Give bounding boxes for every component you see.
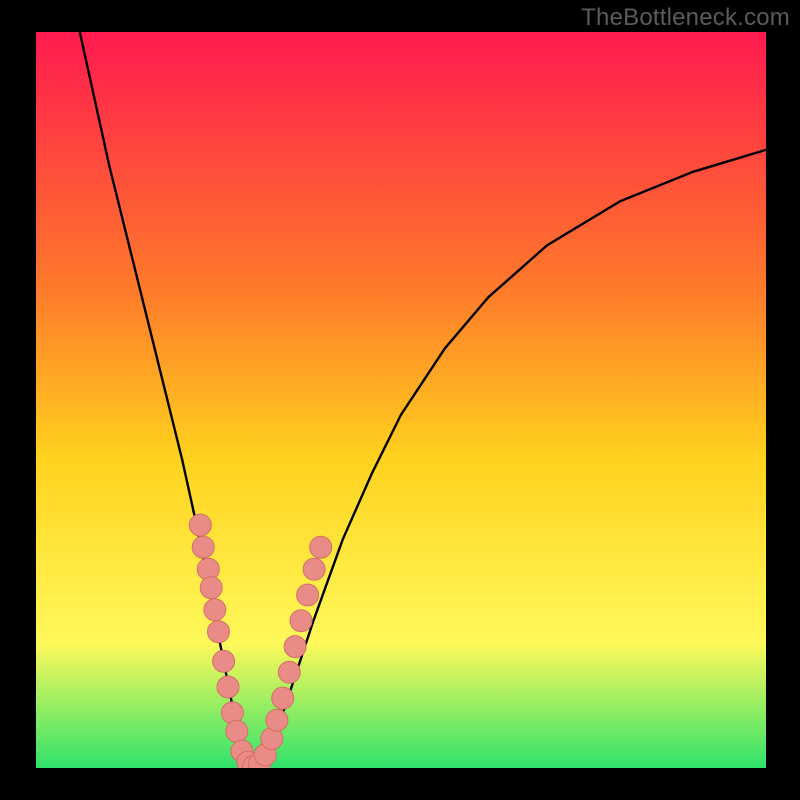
scatter-point xyxy=(272,687,294,709)
gradient-panel xyxy=(36,32,766,768)
scatter-point xyxy=(213,650,235,672)
scatter-point xyxy=(310,536,332,558)
scatter-point xyxy=(278,661,300,683)
scatter-point xyxy=(200,577,222,599)
scatter-point xyxy=(217,676,239,698)
scatter-point xyxy=(303,558,325,580)
scatter-point xyxy=(192,536,214,558)
scatter-point xyxy=(208,621,230,643)
bottleneck-plot xyxy=(0,0,800,800)
scatter-point xyxy=(266,709,288,731)
chart-frame: TheBottleneck.com xyxy=(0,0,800,800)
scatter-point xyxy=(226,720,248,742)
scatter-point xyxy=(189,514,211,536)
watermark-text: TheBottleneck.com xyxy=(581,4,790,32)
scatter-point xyxy=(297,584,319,606)
scatter-point xyxy=(284,636,306,658)
scatter-point xyxy=(204,599,226,621)
scatter-point xyxy=(290,610,312,632)
